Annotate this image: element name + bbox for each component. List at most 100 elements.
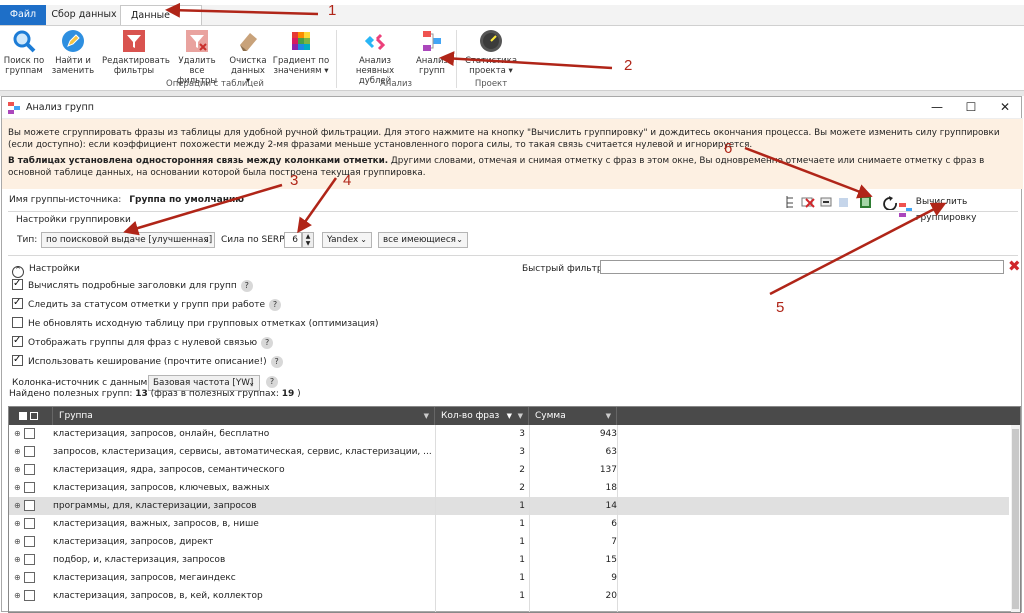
help-icon[interactable]: ?	[266, 376, 278, 388]
tab-file[interactable]: Файл	[0, 5, 46, 25]
expand-icon[interactable]: ⊕	[14, 591, 21, 600]
row-checkbox[interactable]	[24, 572, 35, 583]
tree-expand-icon[interactable]	[786, 196, 793, 208]
close-button[interactable]: ✕	[996, 100, 1014, 114]
expand-icon[interactable]: ⊕	[14, 483, 21, 492]
help-icon[interactable]: ?	[270, 356, 283, 368]
table-row[interactable]: ⊕ запросов, кластеризация, сервисы, автом…	[9, 443, 1009, 461]
minimize-button[interactable]: —	[928, 100, 946, 114]
find-replace-button[interactable]: Найти и заменить	[48, 28, 98, 76]
serp-stepper[interactable]: ▲ ▼	[302, 232, 314, 248]
options-toggle[interactable]: ⌃ Настройки	[12, 262, 80, 278]
option-row[interactable]: Отображать группы для фраз с нулевой свя…	[12, 334, 274, 350]
row-checkbox[interactable]	[24, 590, 35, 601]
delete-icon[interactable]	[839, 198, 848, 207]
help-icon[interactable]: ?	[240, 280, 253, 292]
table-row[interactable]: ⊕ кластеризация, важных, запросов, в, ниш…	[9, 515, 1009, 533]
cell-sum: 14	[605, 501, 617, 511]
info-text-1: Вы можете сгруппировать фразы из таблицы…	[8, 128, 1000, 150]
expand-icon[interactable]: ⊕	[14, 501, 21, 510]
expand-icon[interactable]: ⊕	[14, 429, 21, 438]
option-row[interactable]: Следить за статусом отметки у групп при …	[12, 296, 282, 312]
row-checkbox[interactable]	[24, 518, 35, 529]
option-row[interactable]: Использовать кеширование (прочтите описа…	[12, 353, 283, 369]
type-label: Тип:	[17, 235, 38, 245]
option-checkbox[interactable]	[12, 317, 23, 328]
export-excel-icon[interactable]	[860, 196, 871, 208]
refresh-icon[interactable]	[883, 196, 897, 210]
option-checkbox[interactable]	[12, 334, 23, 348]
filter-icon[interactable]: ▼	[518, 407, 523, 425]
source-column-label: Колонка-источник с данными:	[12, 378, 157, 388]
option-checkbox[interactable]	[12, 277, 23, 291]
row-checkbox[interactable]	[24, 500, 35, 511]
option-row[interactable]: Вычислять подробные заголовки для групп?	[12, 277, 253, 293]
row-checkbox[interactable]	[24, 554, 35, 565]
help-icon[interactable]: ?	[261, 337, 274, 349]
cell-group: кластеризация, запросов, ключевых, важны…	[53, 483, 270, 493]
scrollbar-thumb[interactable]	[1012, 429, 1019, 609]
expand-icon[interactable]: ⊕	[14, 519, 21, 528]
clear-marks-icon[interactable]	[801, 197, 815, 208]
maximize-button[interactable]: ☐	[962, 100, 980, 114]
table-row[interactable]: ⊕ кластеризация, запросов, ключевых, важн…	[9, 479, 1009, 497]
scope-select[interactable]: все имеющиеся ⌄	[378, 232, 468, 248]
table-row[interactable]: ⊕ кластеризация, запросов, мегаиндекс 1 9	[9, 569, 1009, 587]
table-row[interactable]: ⊕ подбор, и, кластеризация, запросов 1 15	[9, 551, 1009, 569]
header-sum-label: Сумма	[535, 411, 566, 421]
filter-icon	[121, 28, 147, 54]
tab-data[interactable]: Данные	[120, 5, 202, 25]
cell-count: 3	[519, 447, 525, 457]
quick-filter-input[interactable]	[600, 260, 1004, 274]
help-icon[interactable]: ?	[269, 299, 282, 311]
option-label: Не обновлять исходную таблицу при группо…	[28, 319, 379, 329]
table-row[interactable]: ⊕ кластеризация, запросов, директ 1 7	[9, 533, 1009, 551]
search-groups-label-2: группам	[5, 66, 43, 76]
clean-data-button[interactable]: Очистка данных ▾	[228, 28, 268, 86]
table-row[interactable]: ⊕ кластеризация, запросов, в, кей, коллек…	[9, 587, 1009, 605]
option-checkbox[interactable]	[12, 296, 23, 310]
tab-collect[interactable]: Сбор данных	[50, 5, 118, 25]
table-row[interactable]: ⊕ кластеризация, запросов, онлайн, беспла…	[9, 425, 1009, 443]
option-checkbox[interactable]	[12, 353, 23, 367]
clear-filter-icon[interactable]: ✖	[1008, 257, 1021, 275]
ribbon-group-analysis: Анализ	[379, 79, 413, 89]
search-groups-button[interactable]: Поиск по группам	[2, 28, 46, 76]
header-checkbox-col[interactable]	[9, 407, 53, 425]
row-checkbox[interactable]	[24, 464, 35, 475]
groups-icon	[419, 28, 445, 54]
header-group[interactable]: Группа ▼	[53, 407, 435, 425]
table-row[interactable]: ⊕ кластеризация, ядра, запросов, семантич…	[9, 461, 1009, 479]
row-checkbox[interactable]	[24, 536, 35, 547]
expand-icon[interactable]: ⊕	[14, 447, 21, 456]
table-row[interactable]: ⊕ программы, для, кластеризации, запросов…	[9, 497, 1009, 515]
filter-icon[interactable]: ▼	[606, 407, 611, 425]
row-checkbox[interactable]	[24, 482, 35, 493]
row-checkbox[interactable]	[24, 428, 35, 439]
ribbon-group-project: Проект	[474, 79, 508, 89]
clean-data-label-1: Очистка	[229, 56, 267, 66]
delete-filters-label-1: Удалить все	[178, 56, 216, 76]
expand-icon[interactable]: ⊕	[14, 537, 21, 546]
gradient-button[interactable]: Градиент по значениям ▾	[272, 28, 330, 76]
group-analysis-button[interactable]: Анализ групп	[414, 28, 450, 76]
type-select[interactable]: по поисковой выдаче [улучшенная] ⌄	[41, 232, 215, 248]
cell-count: 1	[519, 537, 525, 547]
implicit-duplicates-button[interactable]: Анализ неявных дублей	[340, 28, 410, 86]
filter-icon[interactable]: ▼	[424, 407, 429, 425]
row-checkbox[interactable]	[24, 446, 35, 457]
expand-icon[interactable]: ⊕	[14, 573, 21, 582]
expand-icon[interactable]: ⊕	[14, 555, 21, 564]
dialog-title: Анализ групп	[26, 102, 94, 113]
expand-icon[interactable]: ⊕	[14, 465, 21, 474]
header-count[interactable]: Кол-во фраз ▼ ▼	[435, 407, 529, 425]
header-sum[interactable]: Сумма ▼	[529, 407, 617, 425]
engine-select[interactable]: Yandex ⌄	[322, 232, 372, 248]
delete-filters-button[interactable]: Удалить все фильтры	[170, 28, 224, 86]
project-stats-button[interactable]: Статистика проекта ▾	[460, 28, 522, 76]
edit-filters-button[interactable]: Редактировать фильтры	[102, 28, 170, 76]
collapse-icon[interactable]	[820, 197, 832, 207]
option-row[interactable]: Не обновлять исходную таблицу при группо…	[12, 317, 378, 331]
serp-input[interactable]: 6	[284, 232, 302, 248]
cell-sum: 9	[611, 573, 617, 583]
